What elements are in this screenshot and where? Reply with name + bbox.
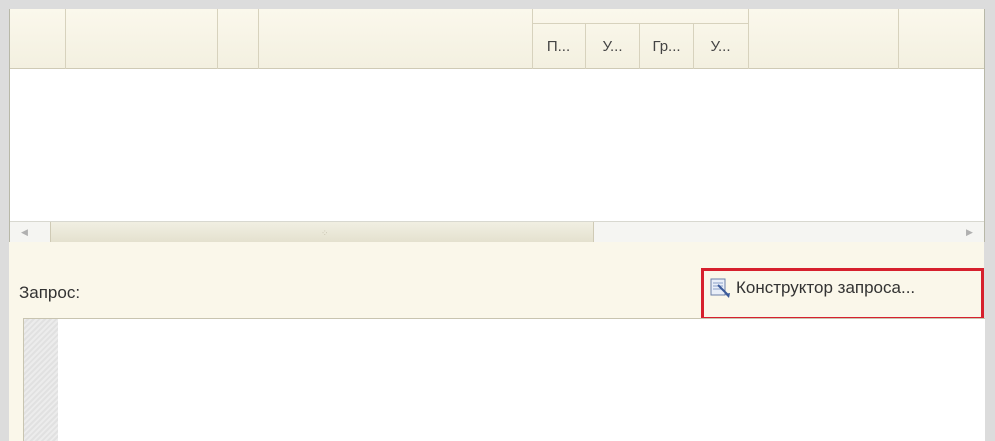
query-constructor-label: Конструктор запроса... [736,278,916,297]
query-constructor-button[interactable]: Конструктор запроса... [707,272,982,304]
arrow-left-icon[interactable]: ◀ [14,222,35,242]
editor-gutter [24,319,58,441]
scrollbar-thumb[interactable]: ⁘ [50,222,594,242]
table-header: П... У... Гр... У... [10,9,984,69]
column-header-u1[interactable]: У... [586,24,639,69]
column-header-u2[interactable]: У... [694,24,747,69]
table-body[interactable] [10,69,984,222]
column-separator [65,9,66,69]
parameters-table[interactable]: П... У... Гр... У... ◀ ⁘ ▶ [9,9,985,242]
column-separator [748,9,749,69]
query-constructor-icon [710,278,730,298]
column-separator [258,9,259,69]
query-label: Запрос: [19,283,81,302]
column-header-p[interactable]: П... [532,24,585,69]
query-text-editor[interactable] [23,318,985,441]
grip-icon: ⁘ [321,228,329,238]
horizontal-scrollbar[interactable]: ◀ ⁘ ▶ [10,221,984,242]
column-header-gr[interactable]: Гр... [640,24,693,69]
arrow-right-icon[interactable]: ▶ [959,222,980,242]
column-separator [898,9,899,69]
column-separator [217,9,218,69]
